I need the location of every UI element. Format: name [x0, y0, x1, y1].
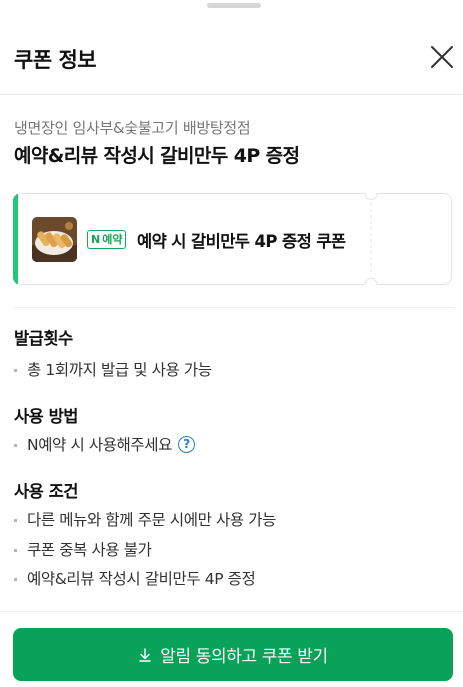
store-name: 냉면장인 임사부&숯불고기 배방탕정점 [14, 119, 251, 137]
sheet-title: 쿠폰 정보 [14, 48, 97, 72]
coupon-card: N 예약 예약 시 갈비만두 4P 증정 쿠폰 [13, 193, 452, 285]
coupon-food-image [32, 217, 77, 262]
usage-conditions-title: 사용 조건 [14, 482, 78, 501]
get-coupon-button[interactable]: 알림 동의하고 쿠폰 받기 [13, 628, 453, 681]
badge-text: 예약 [102, 233, 123, 246]
issue-count-title: 발급횟수 [14, 329, 73, 348]
download-icon [139, 647, 151, 662]
event-title: 예약&리뷰 작성시 갈비만두 4P 증정 [14, 145, 300, 167]
sheet-drag-handle[interactable] [207, 3, 261, 8]
coupon-name: 예약 시 갈비만두 4P 증정 쿠폰 [137, 232, 346, 251]
list-item: 다른 메뉴와 함께 주문 시에만 사용 가능 [14, 508, 276, 530]
usage-method-title: 사용 방법 [14, 407, 78, 426]
n-reservation-badge: N 예약 [87, 230, 127, 249]
section-divider [14, 307, 454, 308]
get-coupon-label: 알림 동의하고 쿠폰 받기 [160, 647, 328, 667]
list-item: 쿠폰 중복 사용 불가 [14, 538, 152, 560]
badge-n-letter: N [91, 233, 101, 246]
list-item: N예약 시 사용해주세요 ? [14, 433, 195, 455]
list-item: 예약&리뷰 작성시 갈비만두 4P 증정 [14, 567, 256, 589]
footer-divider [0, 611, 463, 612]
list-item: 총 1회까지 발급 및 사용 가능 [14, 358, 212, 380]
help-icon[interactable]: ? [178, 435, 195, 453]
close-icon[interactable] [429, 44, 455, 70]
sheet-header: 쿠폰 정보 [0, 30, 463, 95]
